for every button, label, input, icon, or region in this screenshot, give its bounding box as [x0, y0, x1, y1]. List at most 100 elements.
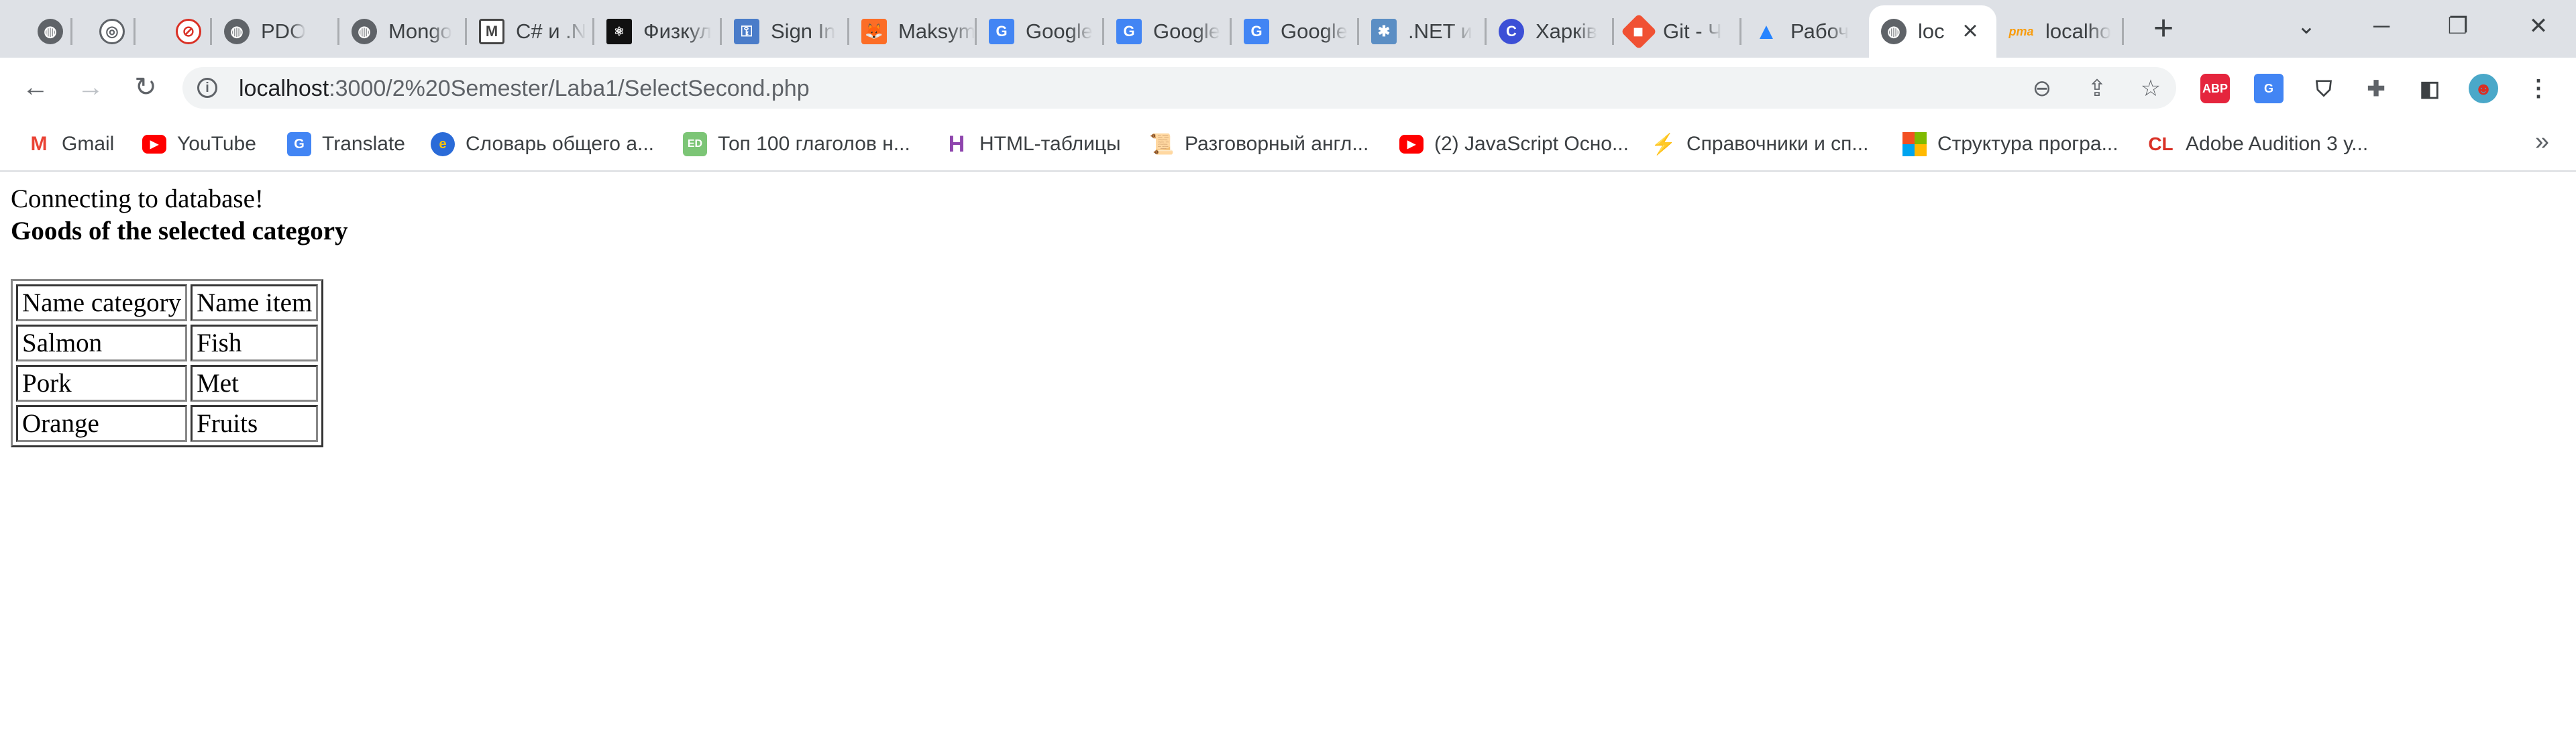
tab-active[interactable]: ◍ loc ×	[1869, 5, 1996, 58]
restore-icon[interactable]: ❐	[2438, 9, 2478, 43]
bookmark-razgovorny[interactable]: 📜 Разговорный англ...	[1149, 129, 1369, 160]
table-cell: Pork	[16, 365, 188, 402]
bookmark-label: Translate	[322, 133, 405, 155]
shield-icon[interactable]: ⛉	[2309, 74, 2339, 103]
bookmark-label: HTML-таблицы	[979, 133, 1121, 155]
connection-status: Connecting to database!	[11, 184, 264, 213]
info-icon[interactable]: i	[197, 78, 217, 98]
bookmark-struktura[interactable]: Структура програ...	[1902, 129, 2118, 160]
close-icon[interactable]: ×	[1960, 17, 1980, 44]
globe-icon: ◍	[38, 19, 63, 44]
c-circle-icon: C	[1499, 19, 1524, 44]
tab-title: Харків	[1536, 19, 1598, 43]
back-button[interactable]: ←	[16, 68, 55, 107]
tab-title: Google	[1153, 19, 1220, 43]
bookmark-label: Разговорный англ...	[1185, 133, 1369, 155]
browser-toolbar: ← → ↻ i localhost:3000/2%20Semester/Laba…	[0, 58, 2576, 118]
new-tab-button[interactable]: +	[2147, 11, 2180, 47]
bookmark-top100[interactable]: ED Топ 100 глаголов н...	[683, 129, 910, 160]
html-tables-icon: H	[948, 131, 965, 157]
tab[interactable]: M C# и .N	[467, 5, 594, 58]
forward-button[interactable]: →	[71, 68, 110, 107]
side-panel-icon[interactable]: ◧	[2415, 74, 2445, 103]
tab-search-icon[interactable]: ⌄	[2286, 9, 2326, 43]
adblock-plus-icon[interactable]: ABP	[2200, 74, 2230, 103]
microsoft-icon	[1902, 132, 1927, 156]
chevron-more-icon[interactable]: »	[2535, 127, 2549, 156]
tab[interactable]: C Харків	[1487, 5, 1614, 58]
google-translate-icon: G	[989, 19, 1014, 44]
bookmark-slovar[interactable]: e Словарь общего а...	[431, 129, 654, 160]
tab[interactable]: G Google	[1104, 5, 1232, 58]
tab[interactable]: ◍ Mongo	[339, 5, 467, 58]
bookmark-label: (2) JavaScript Осно...	[1434, 133, 1629, 155]
youtube-icon: ▶	[142, 135, 166, 154]
tab[interactable]: ◍	[25, 5, 72, 58]
bookmark-javascript[interactable]: ▶ (2) JavaScript Осно...	[1399, 129, 1629, 160]
tab[interactable]: pma localho	[1996, 5, 2124, 58]
tab-title: Физкул	[643, 19, 712, 43]
column-header: Name category	[16, 284, 188, 321]
gmail-icon: M	[30, 133, 48, 155]
tab[interactable]: ⊘	[164, 5, 212, 58]
zoom-icon[interactable]: ⊖	[2029, 75, 2055, 102]
bookmark-adobe-audition[interactable]: CL Adobe Audition 3 у...	[2147, 129, 2368, 160]
bookmark-gmail[interactable]: M Gmail	[27, 129, 115, 160]
atlassian-icon: ▲	[1755, 18, 1778, 44]
url-text[interactable]: localhost:3000/2%20Semester/Laba1/Select…	[239, 76, 810, 102]
tab-title: Git - Ч	[1663, 19, 1722, 43]
avatar[interactable]: ☻	[2469, 74, 2498, 103]
tab-strip: ◍ ◎ ⊘ ◍ PDO ◍ Mongo M C# и .N ⚛ Физкул ⚿…	[0, 0, 2576, 58]
bookmark-label: Adobe Audition 3 у...	[2186, 133, 2369, 155]
reload-button[interactable]: ↻	[126, 68, 165, 107]
tab[interactable]: ◆ Git - Ч	[1614, 5, 1741, 58]
table-cell: Salmon	[16, 325, 188, 361]
key-icon: ⚿	[734, 19, 759, 44]
bookmark-spravochniki[interactable]: ⚡ Справочники и сп...	[1651, 129, 1868, 160]
gmail-m-icon: M	[479, 19, 504, 44]
tab[interactable]: ◎	[87, 5, 136, 58]
puzzle-icon[interactable]: ✚	[2361, 74, 2391, 103]
goods-table: Name category Name item Salmon Fish Pork…	[11, 279, 324, 447]
tab[interactable]: G Google	[977, 5, 1104, 58]
tab-title: Mongo	[388, 19, 452, 43]
tab[interactable]: ◍ PDO	[212, 5, 339, 58]
tab[interactable]: ⚛ Физкул	[594, 5, 722, 58]
tab[interactable]: ⚿ Sign In	[722, 5, 849, 58]
tab[interactable]: G Google	[1232, 5, 1359, 58]
column-header: Name item	[191, 284, 319, 321]
bookmark-youtube[interactable]: ▶ YouTube	[142, 129, 256, 160]
bookmark-label: Топ 100 глаголов н...	[718, 133, 910, 155]
bookmark-html-tables[interactable]: H HTML-таблицы	[945, 129, 1121, 160]
share-icon[interactable]: ⇪	[2084, 75, 2110, 102]
scroll-icon: 📜	[1149, 133, 1175, 156]
table-row: Salmon Fish	[16, 325, 319, 361]
tab[interactable]: ✱ .NET и	[1359, 5, 1487, 58]
close-window-icon[interactable]: ✕	[2518, 9, 2559, 43]
tab[interactable]: 🦊 Maksym	[849, 5, 977, 58]
bookmark-star-icon[interactable]: ☆	[2137, 75, 2164, 102]
tab-title: Maksym	[898, 19, 976, 43]
globe-icon: ◍	[352, 19, 377, 44]
bookmark-label: Словарь общего а...	[466, 133, 655, 155]
address-bar[interactable]: i localhost:3000/2%20Semester/Laba1/Sele…	[182, 67, 2176, 109]
menu-icon[interactable]: ⋮	[2524, 74, 2553, 103]
minimize-icon[interactable]: ─	[2361, 9, 2402, 43]
bookmark-label: YouTube	[177, 133, 256, 155]
tab-separator	[2122, 18, 2124, 45]
tab-title: Рабоч	[1790, 19, 1849, 43]
page-heading: Goods of the selected category	[11, 217, 348, 245]
bookmark-translate[interactable]: G Translate	[287, 129, 405, 160]
bookmarks-bar: M Gmail ▶ YouTube G Translate e Словарь …	[0, 118, 2576, 172]
tab-title: Google	[1281, 19, 1348, 43]
google-translate-icon: G	[1244, 19, 1269, 44]
tab-title: localho	[2045, 19, 2112, 43]
pma-icon: pma	[2008, 24, 2034, 38]
tab-title: PDO	[261, 19, 307, 43]
tab[interactable]: ▲ Рабоч	[1741, 5, 1869, 58]
table-row: Pork Met	[16, 365, 319, 402]
git-icon: ◆	[1621, 13, 1657, 50]
dotnet-icon: ✱	[1371, 19, 1397, 44]
google-translate-extension-icon[interactable]: G	[2254, 74, 2284, 103]
ed-icon: ED	[683, 132, 707, 156]
